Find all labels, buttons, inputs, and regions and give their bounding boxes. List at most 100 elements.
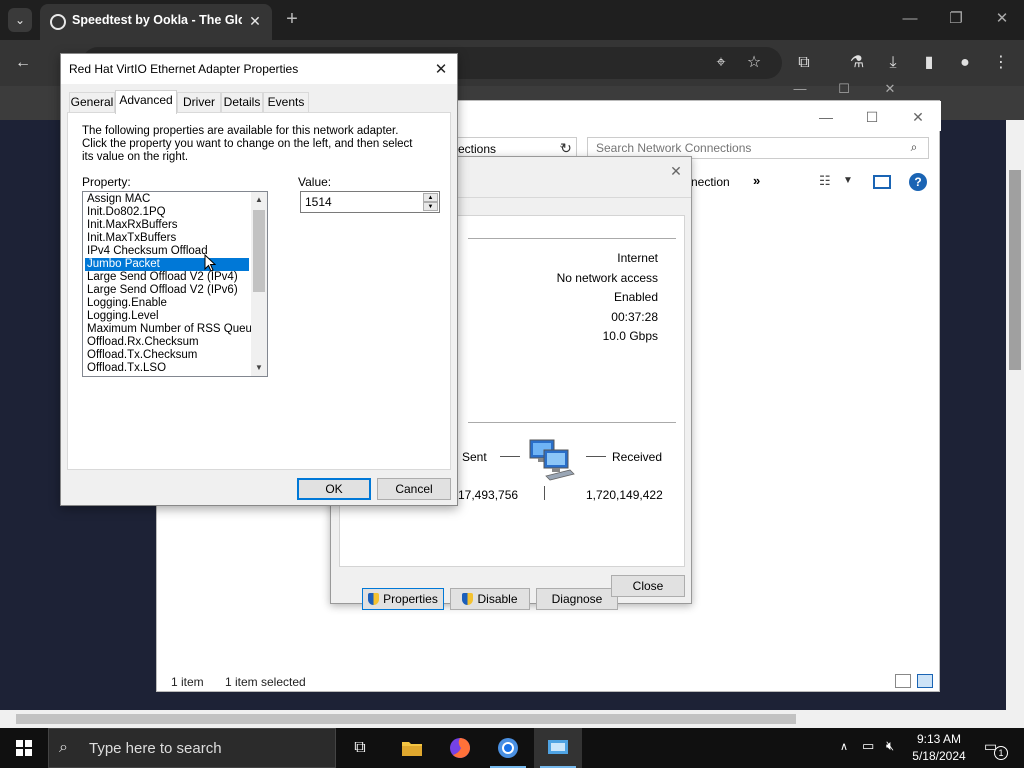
help-icon[interactable]: ? [909,173,927,191]
taskbar-search-placeholder: Type here to search [89,740,222,757]
profile-avatar-icon[interactable]: ● [954,52,976,74]
tab-general[interactable]: General [69,92,115,112]
list-item[interactable]: Offload.Tx.Checksum [85,349,249,362]
scroll-down-arrow-icon[interactable]: ▼ [251,360,267,376]
spin-up-arrow-icon[interactable]: ▲ [423,193,438,202]
network-computers-icon [529,439,575,481]
browser-menu-icon[interactable]: ⋮ [990,52,1012,74]
tab-driver[interactable]: Driver [177,92,221,112]
properties-button[interactable]: Properties [362,588,444,610]
tab-search-button[interactable]: ⌄ [8,8,32,32]
tab-details[interactable]: Details [221,92,263,112]
tray-overflow-chevron-icon[interactable]: ∧ [840,740,854,753]
preview-pane-icon[interactable] [873,175,891,189]
tab-events[interactable]: Events [263,92,309,112]
uac-shield-icon [462,593,474,605]
tab-advanced[interactable]: Advanced [115,90,177,114]
tab-close-icon[interactable]: ✕ [246,12,264,30]
taskbar-search-box[interactable]: ⌕ Type here to search [48,728,336,768]
tray-network-icon[interactable]: ▭ [862,738,880,754]
new-tab-button[interactable]: + [282,8,302,30]
view-dropdown-icon[interactable]: ▼ [843,175,853,186]
list-item[interactable]: Offload.Rx.Checksum [85,336,249,349]
side-panel-icon[interactable]: ▮ [918,52,940,74]
list-item[interactable]: Offload.Tx.LSO [85,362,249,375]
page-vertical-scrollbar[interactable] [1006,120,1024,710]
property-listbox[interactable]: Assign MAC Init.Do802.1PQ Init.MaxRxBuff… [82,191,268,377]
task-view-icon[interactable]: ⧉ [336,728,384,768]
net-close-icon[interactable]: ✕ [903,107,933,127]
labs-flask-icon[interactable]: ⚗ [846,52,868,74]
net-minimize-icon[interactable]: — [811,107,841,127]
command-bar-item[interactable]: nection [691,175,730,189]
chrome-icon[interactable] [484,728,532,768]
page-vertical-scroll-thumb[interactable] [1009,170,1021,370]
firefox-icon[interactable] [436,728,484,768]
notification-count-badge: 1 [994,746,1008,760]
property-label: Property: [82,175,131,189]
list-item[interactable]: Logging.Enable [85,297,249,310]
back-arrow-icon[interactable]: ← [12,52,34,74]
ok-button[interactable]: OK [297,478,371,500]
browser-minimize-icon[interactable]: — [896,8,924,30]
more-commands-chevron-icon[interactable]: » [753,173,767,188]
network-connections-app-icon[interactable] [534,728,582,768]
status-dialog-close-icon[interactable]: ✕ [667,163,685,179]
received-label: Received [612,450,663,464]
list-item[interactable]: Init.MaxTxBuffers [85,232,249,245]
list-item[interactable]: Large Send Offload V2 (IPv4) [85,271,249,284]
list-item[interactable]: Large Send Offload V2 (IPv6) [85,284,249,297]
properties-close-icon[interactable]: ✕ [431,60,451,78]
bookmark-star-icon[interactable]: ☆ [743,52,765,74]
dialog-title: Red Hat VirtIO Ethernet Adapter Properti… [69,62,299,76]
tray-volume-muted-icon[interactable]: 🔇︎ [886,738,904,754]
file-explorer-icon[interactable] [388,728,436,768]
connection-separator [468,238,676,239]
bg-window-maximize-icon[interactable]: ☐ [830,82,858,96]
clock-time[interactable]: 9:13 AM [914,732,964,746]
disable-button[interactable]: Disable [450,588,530,610]
details-view-icon[interactable] [895,674,911,688]
download-icon[interactable]: ⤓ [882,52,904,74]
browser-restore-icon[interactable]: ❐ [942,8,970,30]
cancel-button[interactable]: Cancel [377,478,451,500]
bg-window-close-icon[interactable]: ✕ [876,82,904,96]
search-icon: ⌕ [59,739,68,756]
value-input[interactable] [301,192,419,212]
browser-tab[interactable]: Speedtest by Ookla - The Glob ✕ [40,4,272,40]
page-horizontal-scrollbar[interactable] [0,710,1024,728]
list-item[interactable]: Logging.Level [85,310,249,323]
list-item[interactable]: IPv4 Checksum Offload [85,245,249,258]
taskbar: ⌕ Type here to search ⧉ ∧ ▭ 🔇︎ 9:13 AM 5… [0,728,1024,768]
tab-title: Speedtest by Ookla - The Glob [72,13,242,27]
scroll-up-arrow-icon[interactable]: ▲ [251,192,267,208]
speed-value: 10.0 Gbps [602,329,658,343]
scroll-thumb[interactable] [253,210,265,292]
list-item[interactable]: Maximum Number of RSS Queues [85,323,264,336]
browser-close-icon[interactable]: ✕ [988,8,1016,30]
network-search-input[interactable] [588,138,898,158]
change-view-icon[interactable]: ☷ [819,173,835,189]
bg-window-minimize-icon[interactable]: — [786,82,814,96]
list-item[interactable]: Init.MaxRxBuffers [85,219,249,232]
status-close-button[interactable]: Close [611,575,685,597]
list-item-selected[interactable]: Jumbo Packet [85,258,249,271]
property-list-scrollbar[interactable]: ▲ ▼ [251,192,267,376]
list-item[interactable]: Assign MAC [85,193,249,206]
location-pin-icon[interactable]: ⌖ [710,52,732,74]
page-horizontal-scroll-thumb[interactable] [16,714,796,724]
ipv4-connectivity-value: Internet [617,251,658,265]
diagnose-button[interactable]: Diagnose [536,588,618,610]
status-bar: 1 item 1 item selected [157,671,941,693]
list-item[interactable]: Init.Do802.1PQ [85,206,249,219]
windows-start-icon[interactable] [0,728,48,768]
extensions-puzzle-icon[interactable]: ⧉ [793,52,815,74]
speedtest-favicon-icon [50,14,66,30]
search-icon: ⌕ [910,140,918,154]
value-spinner[interactable]: ▲ ▼ [300,191,440,213]
tiles-view-icon[interactable] [917,674,933,688]
clock-date[interactable]: 5/18/2024 [910,749,968,763]
net-maximize-icon[interactable]: ☐ [857,107,887,127]
spin-down-arrow-icon[interactable]: ▼ [423,202,438,211]
activity-separator [468,422,676,423]
